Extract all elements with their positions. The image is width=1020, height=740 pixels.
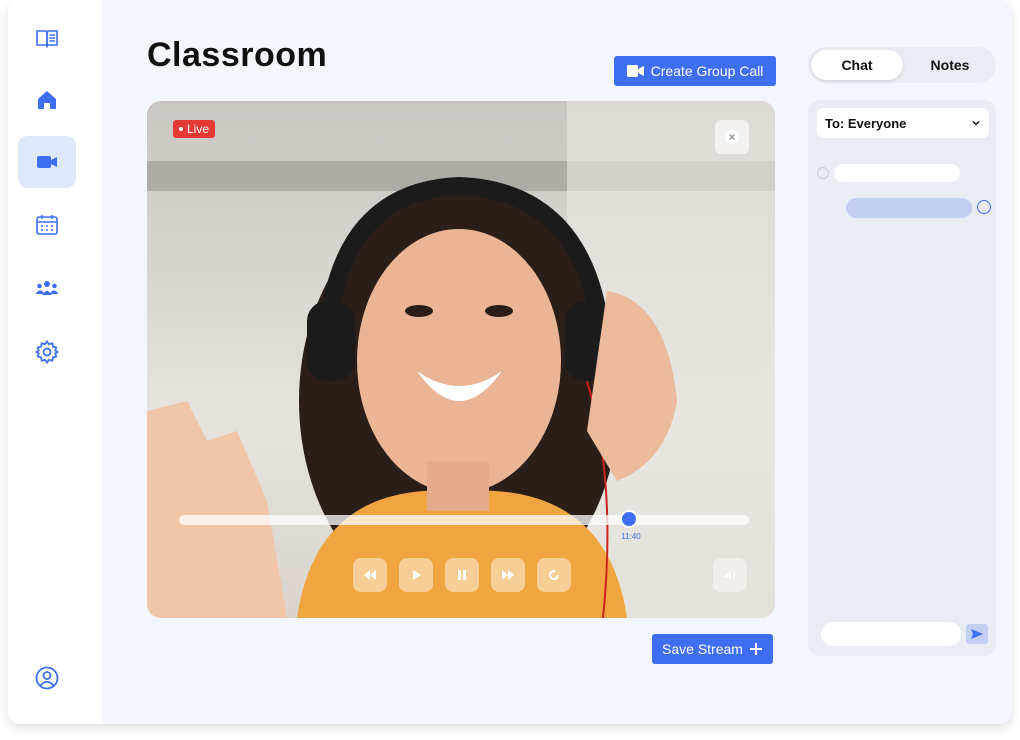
rewind-icon <box>364 570 376 580</box>
chat-tabs: Chat Notes <box>808 47 996 83</box>
create-group-call-button[interactable]: Create Group Call <box>614 56 776 86</box>
rewind-button[interactable] <box>353 558 387 592</box>
page-title: Classroom <box>147 36 328 74</box>
sidebar-item-settings[interactable] <box>18 326 76 378</box>
sidebar-item-video[interactable] <box>18 136 76 188</box>
video-player[interactable]: Live 11:40 <box>147 101 775 618</box>
create-group-call-label: Create Group Call <box>650 63 764 79</box>
live-label: Live <box>187 122 210 136</box>
incoming-message <box>834 164 960 182</box>
play-icon <box>413 570 421 580</box>
sidebar-item-courses[interactable] <box>18 12 76 64</box>
outgoing-message <box>846 198 972 218</box>
live-badge: Live <box>173 120 216 138</box>
tab-chat[interactable]: Chat <box>811 50 903 80</box>
current-time-label: 11:40 <box>621 532 641 541</box>
plus-icon <box>749 643 762 655</box>
home-icon <box>38 91 56 109</box>
video-frame <box>147 101 775 618</box>
sidebar-item-home[interactable] <box>18 74 76 126</box>
outgoing-avatar <box>977 200 991 214</box>
user-circle-icon <box>35 666 59 690</box>
volume-button[interactable] <box>713 558 747 592</box>
send-icon <box>971 629 983 639</box>
pause-icon <box>458 570 466 580</box>
recipient-select[interactable]: To: Everyone <box>817 108 989 138</box>
chat-message-input[interactable] <box>821 622 961 646</box>
recipient-label: To: Everyone <box>825 115 907 131</box>
save-stream-label: Save Stream <box>662 641 743 657</box>
group-icon <box>35 281 59 295</box>
replay-icon <box>549 569 559 580</box>
play-button[interactable] <box>399 558 433 592</box>
replay-button[interactable] <box>537 558 571 592</box>
profile-button[interactable] <box>18 652 76 704</box>
fast-forward-icon <box>502 570 514 580</box>
video-camera-icon <box>37 156 57 168</box>
app-window: Classroom Create Group Call Live 11:40 S… <box>8 0 1012 724</box>
send-button[interactable] <box>966 624 988 644</box>
close-button[interactable] <box>715 120 749 154</box>
chevron-down-icon <box>972 120 980 126</box>
incoming-avatar <box>817 167 829 179</box>
gear-icon <box>34 339 60 365</box>
save-stream-button[interactable]: Save Stream <box>652 634 773 664</box>
volume-icon <box>725 570 735 580</box>
sidebar-item-groups[interactable] <box>18 262 76 314</box>
calendar-icon <box>36 215 58 235</box>
sidebar <box>8 0 102 724</box>
pause-button[interactable] <box>445 558 479 592</box>
sidebar-item-calendar[interactable] <box>18 199 76 251</box>
chat-panel: To: Everyone <box>808 100 996 656</box>
video-camera-icon <box>626 65 644 77</box>
close-icon <box>725 130 739 144</box>
open-book-icon <box>36 30 58 48</box>
tab-notes[interactable]: Notes <box>907 50 993 80</box>
fast-forward-button[interactable] <box>491 558 525 592</box>
live-dot <box>179 127 183 131</box>
progress-bar[interactable] <box>179 515 749 525</box>
